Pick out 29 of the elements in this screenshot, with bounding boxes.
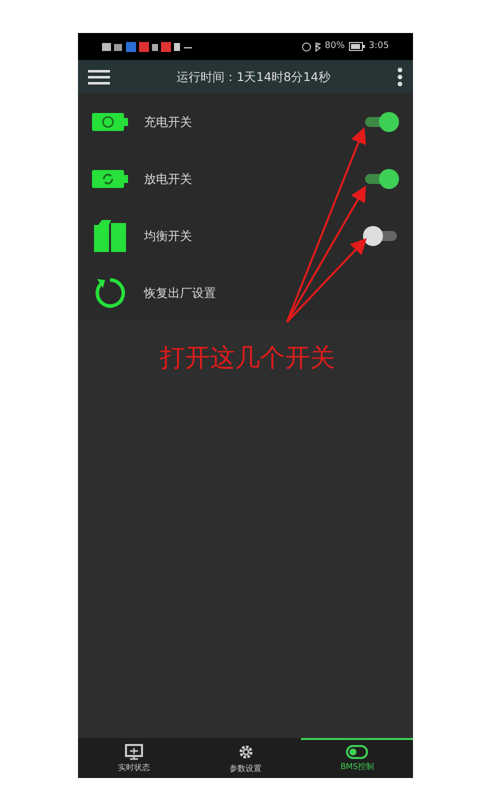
nav-tab[interactable]: BMS控制: [301, 738, 413, 778]
setting-label: 放电开关: [144, 170, 192, 188]
setting-label[interactable]: 恢复出厂设置: [144, 284, 216, 302]
refresh-icon: [93, 276, 127, 310]
more-button[interactable]: [397, 64, 403, 88]
notification-icon: [174, 42, 180, 50]
settings-icon: [236, 743, 254, 761]
battery-icon: [348, 42, 365, 51]
toggle-switch[interactable]: [363, 112, 399, 132]
clock: 3:05: [368, 40, 389, 53]
battery-icon: [92, 168, 128, 190]
toggle-switch[interactable]: [363, 168, 399, 188]
toggle-switch[interactable]: [363, 226, 399, 246]
battery-cells-icon: [93, 218, 127, 252]
annotation-text: 打开这几个开关: [160, 342, 335, 374]
battery-percent: 80%: [324, 40, 345, 53]
notification-icon: [102, 42, 111, 50]
alarm-icon: [302, 42, 311, 52]
app-icon: [161, 42, 171, 52]
nav-tab[interactable]: 参数设置: [190, 738, 302, 778]
nav-tab[interactable]: 实时状态: [78, 738, 190, 778]
setting-label: 充电开关: [144, 114, 192, 130]
monitor-icon: [124, 744, 143, 760]
runtime-title: 运行时间：1天14时8分14秒: [176, 68, 330, 86]
bluetooth-icon: [314, 42, 321, 52]
notification-icon: [152, 44, 158, 50]
setting-label: 均衡开关: [144, 228, 192, 244]
toggle-icon: [346, 745, 368, 759]
battery-icon: [92, 110, 128, 132]
